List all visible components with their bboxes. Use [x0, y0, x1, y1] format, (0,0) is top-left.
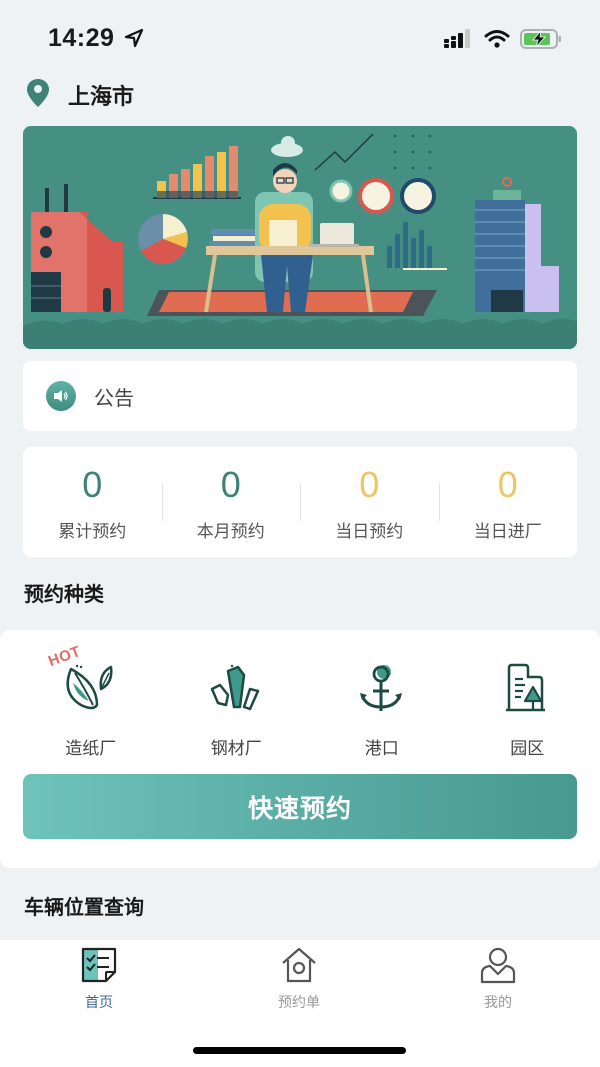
tab-label: 我的: [484, 995, 512, 1011]
stat-label: 本月预约: [196, 522, 265, 542]
quick-reserve-button[interactable]: 快速预约: [23, 774, 577, 839]
categories-title: 预约种类: [24, 582, 104, 606]
status-time: 14:29: [48, 24, 115, 52]
tab-label: 预约单: [278, 995, 320, 1011]
wifi-icon: [484, 29, 510, 53]
category-steel-mill[interactable]: 钢材厂: [164, 660, 310, 759]
city-name: 上海市: [68, 85, 135, 110]
status-bar: 14:29: [0, 0, 600, 78]
stat-value: 0: [220, 464, 241, 505]
stat-value: 0: [82, 464, 103, 505]
crystal-icon: [208, 660, 264, 716]
map-pin-icon: [26, 78, 50, 112]
category-label: 造纸厂: [65, 739, 117, 759]
stat-total[interactable]: 0 累计预约: [23, 447, 162, 557]
location-arrow-icon: [124, 28, 144, 52]
stat-value: 0: [359, 464, 380, 505]
tab-label: 首页: [85, 995, 113, 1011]
park-building-icon: [499, 660, 555, 716]
anchor-icon: [354, 660, 410, 716]
home-indicator: [193, 1047, 406, 1054]
banner-image[interactable]: [23, 126, 577, 349]
stat-label: 当日进厂: [473, 522, 542, 542]
vehicle-location-title: 车辆位置查询: [24, 895, 144, 919]
stat-today[interactable]: 0 当日预约: [300, 447, 439, 557]
category-label: 园区: [510, 739, 545, 759]
signal-icon: [444, 29, 474, 53]
speaker-icon: [46, 381, 76, 411]
tab-profile[interactable]: 我的: [448, 946, 548, 1012]
stat-value: 0: [497, 464, 518, 505]
stat-today-entry[interactable]: 0 当日进厂: [438, 447, 578, 557]
category-industrial-park[interactable]: 园区: [455, 660, 600, 759]
leaf-icon: [63, 660, 119, 716]
tab-reservations[interactable]: 预约单: [249, 946, 349, 1012]
user-icon: [479, 946, 517, 988]
status-icons: [444, 28, 562, 54]
notice-label: 公告: [94, 385, 134, 410]
stat-label: 累计预约: [58, 522, 127, 542]
category-label: 港口: [364, 739, 399, 759]
battery-charging-icon: [520, 28, 562, 54]
stats-panel: 0 累计预约 0 本月预约 0 当日预约 0 当日进厂: [23, 447, 577, 557]
house-icon: [280, 946, 318, 988]
category-port[interactable]: 港口: [309, 660, 455, 759]
category-label: 钢材厂: [210, 739, 262, 759]
location-selector[interactable]: 上海市: [26, 78, 135, 112]
stat-label: 当日预约: [335, 522, 404, 542]
category-paper-mill[interactable]: HOT 造纸厂: [18, 643, 164, 759]
notice-bar[interactable]: 公告: [23, 361, 577, 431]
banner-illustration: [23, 126, 577, 349]
tab-home[interactable]: 首页: [49, 946, 149, 1012]
categories-card: HOT 造纸厂 钢材厂 港口 园区 快速预约: [0, 630, 600, 868]
checklist-icon: [80, 946, 118, 988]
stat-month[interactable]: 0 本月预约: [161, 447, 301, 557]
